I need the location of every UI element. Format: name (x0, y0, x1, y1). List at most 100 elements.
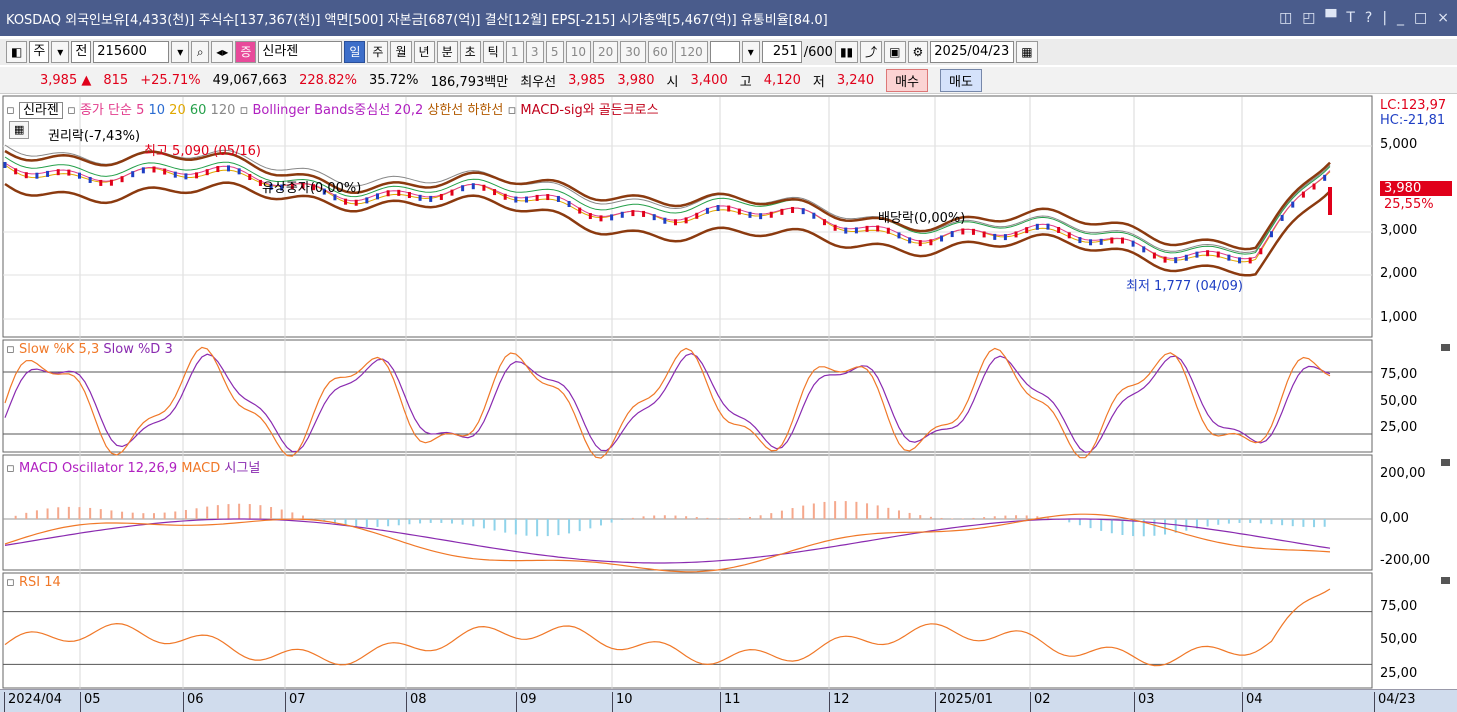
close-icon[interactable]: × (1437, 10, 1449, 26)
period-year[interactable]: 년 (413, 41, 435, 63)
turnover: 35.72% (368, 72, 419, 88)
market-prefix[interactable]: 전 (71, 41, 92, 63)
maximize-icon[interactable]: □ (1414, 10, 1427, 26)
macd-osc-bar (589, 519, 592, 529)
interval-20[interactable]: 20 (592, 41, 619, 63)
count-input[interactable]: 251 (761, 41, 802, 63)
interval-input[interactable] (709, 41, 740, 63)
x-axis: 2024/04 05 06 07 08 09 10 11 12 2025/01 … (0, 689, 1457, 712)
candle (716, 205, 720, 212)
stock-tag: 신라젠 (18, 102, 63, 119)
x-tick: 12 (829, 692, 850, 712)
high-label: 고 (739, 74, 752, 90)
macd-osc-bar (866, 503, 869, 519)
macd-osc-bar (961, 518, 964, 519)
candle (429, 195, 433, 202)
table-icon[interactable]: ▦ (9, 121, 30, 139)
candle-icon[interactable]: ▮▮ (834, 41, 859, 63)
candle (407, 192, 411, 199)
trend-icon[interactable]: ⤴ (860, 41, 883, 63)
search-icon[interactable]: ⌕ (191, 41, 210, 63)
interval-1[interactable]: 1 (505, 41, 524, 63)
period-day[interactable]: 일 (344, 41, 366, 63)
buy-button[interactable]: 매수 (886, 68, 929, 92)
candle (482, 184, 486, 191)
chart-area[interactable]: ▫ 신라젠 ▫ 종가 단순 5 10 20 60 120 ▫ Bollinger… (0, 95, 1457, 693)
macd-osc-bar (152, 513, 155, 519)
interval-5[interactable]: 5 (545, 41, 564, 63)
item-code-input[interactable]: 215600 (93, 41, 170, 63)
period-week[interactable]: 주 (367, 41, 389, 63)
candle (610, 214, 614, 221)
candle (1206, 250, 1210, 257)
interval-dropdown-icon[interactable]: ▾ (741, 41, 760, 63)
stoch-k-line (4, 346, 1331, 459)
gear-icon[interactable]: ⚙ (907, 41, 929, 63)
candle (397, 189, 401, 196)
restore-icon[interactable]: ◰ (1302, 10, 1315, 26)
interval-3[interactable]: 3 (525, 41, 544, 63)
candle (386, 190, 390, 197)
font-icon[interactable]: T (1346, 10, 1355, 26)
candle (173, 171, 177, 178)
candle (535, 194, 539, 201)
save-icon[interactable]: ▣ (884, 41, 906, 63)
chart-canvas[interactable] (0, 95, 1457, 689)
panel-collapse-icon (1441, 459, 1450, 466)
macd-osc-bar (727, 518, 730, 519)
macd-osc-bar (610, 519, 613, 523)
menu-icon[interactable]: ◧ (6, 41, 28, 63)
period-month[interactable]: 월 (390, 41, 412, 63)
candle (226, 165, 230, 172)
macd-osc-label: MACD Oscillator 12,26,9 (18, 461, 178, 476)
help-icon[interactable]: ? (1365, 10, 1372, 26)
y-tick-5000: 5,000 (1380, 137, 1418, 152)
layout-icon[interactable]: ◫ (1279, 10, 1292, 26)
candle (1301, 191, 1305, 198)
macd-osc-bar (482, 519, 485, 529)
candle (1120, 237, 1124, 244)
candle (524, 196, 528, 203)
macd-osc-bar (57, 507, 60, 519)
candle (120, 176, 124, 183)
interval-30[interactable]: 30 (620, 41, 646, 63)
macd-osc-bar (919, 515, 922, 519)
calendar-icon[interactable]: ▦ (1016, 41, 1038, 63)
item-name-field[interactable]: 신라젠 (258, 41, 343, 63)
code-dropdown-icon[interactable]: ▾ (171, 41, 190, 63)
dropdown-icon[interactable]: ▾ (51, 41, 70, 63)
candle (375, 193, 379, 200)
interval-120[interactable]: 120 (674, 41, 708, 63)
price-change: 815 (103, 72, 129, 88)
interval-10[interactable]: 10 (565, 41, 591, 63)
interval-60[interactable]: 60 (647, 41, 673, 63)
macd-osc-bar (695, 517, 698, 519)
x-tick: 06 (183, 692, 204, 712)
macd-osc-bar (174, 511, 177, 519)
macd-osc-bar (1323, 519, 1326, 527)
item-type-select[interactable]: 주 (29, 41, 50, 63)
macd-osc-bar (1100, 519, 1103, 531)
macd-signal-line-label: 시그널 (224, 461, 261, 476)
candle (556, 195, 560, 202)
macd-osc-bar (1238, 519, 1241, 523)
macd-osc-bar (1121, 519, 1124, 536)
period-tick[interactable]: 틱 (482, 41, 504, 63)
date-input[interactable]: 2025/04/23 (930, 41, 1015, 63)
macd-osc-bar (1291, 519, 1294, 527)
minimize-icon[interactable]: _ (1397, 10, 1404, 26)
ma60-label: 60 (189, 103, 207, 118)
pin-icon[interactable]: ▀ (1326, 10, 1337, 26)
lc-value: LC:123,97 (1380, 98, 1447, 113)
speaker-icon[interactable]: ◂▸ (211, 41, 234, 63)
macd-osc-bar (195, 508, 198, 519)
bb-upper-label: 상한선 (427, 103, 464, 118)
candle (131, 171, 135, 178)
macd-osc-bar (248, 504, 251, 519)
period-second[interactable]: 초 (459, 41, 481, 63)
ma5-line (4, 162, 1331, 260)
period-minute[interactable]: 분 (436, 41, 458, 63)
sell-button[interactable]: 매도 (940, 68, 982, 92)
macd-osc-bar (770, 513, 773, 519)
candle (833, 224, 837, 231)
